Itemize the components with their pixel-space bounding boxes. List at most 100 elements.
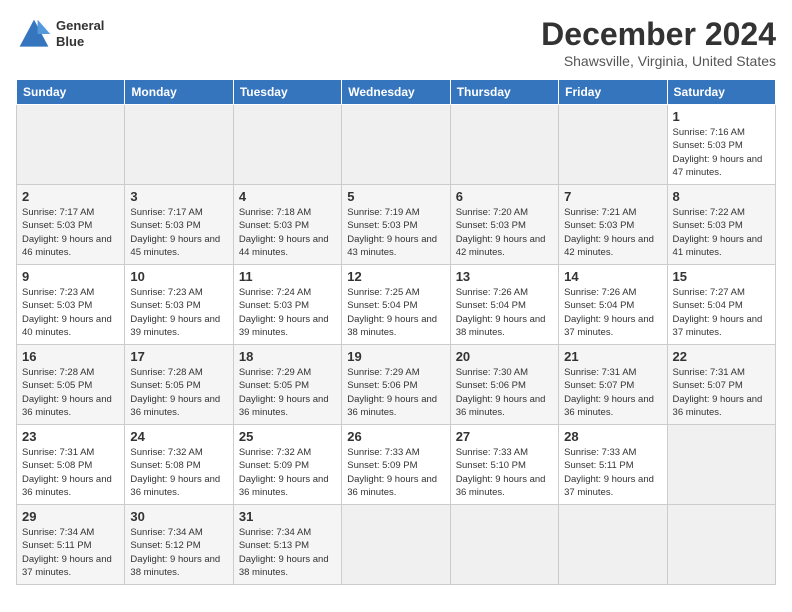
calendar-body: 1 Sunrise: 7:16 AM Sunset: 5:03 PM Dayli… xyxy=(17,105,776,585)
day-number: 28 xyxy=(564,429,661,444)
calendar-cell: 25 Sunrise: 7:32 AM Sunset: 5:09 PM Dayl… xyxy=(233,425,341,505)
day-number: 2 xyxy=(22,189,119,204)
day-info: Sunrise: 7:28 AM Sunset: 5:05 PM Dayligh… xyxy=(22,366,119,419)
calendar-cell xyxy=(125,105,233,185)
day-number: 3 xyxy=(130,189,227,204)
calendar-cell: 29 Sunrise: 7:34 AM Sunset: 5:11 PM Dayl… xyxy=(17,505,125,585)
day-number: 6 xyxy=(456,189,553,204)
day-number: 13 xyxy=(456,269,553,284)
day-header-thursday: Thursday xyxy=(450,80,558,105)
day-info: Sunrise: 7:31 AM Sunset: 5:08 PM Dayligh… xyxy=(22,446,119,499)
day-number: 25 xyxy=(239,429,336,444)
day-number: 10 xyxy=(130,269,227,284)
calendar-cell: 4 Sunrise: 7:18 AM Sunset: 5:03 PM Dayli… xyxy=(233,185,341,265)
day-number: 22 xyxy=(673,349,770,364)
calendar-cell: 22 Sunrise: 7:31 AM Sunset: 5:07 PM Dayl… xyxy=(667,345,775,425)
calendar-cell: 12 Sunrise: 7:25 AM Sunset: 5:04 PM Dayl… xyxy=(342,265,450,345)
calendar-cell: 8 Sunrise: 7:22 AM Sunset: 5:03 PM Dayli… xyxy=(667,185,775,265)
calendar-cell xyxy=(233,105,341,185)
day-info: Sunrise: 7:25 AM Sunset: 5:04 PM Dayligh… xyxy=(347,286,444,339)
calendar-cell: 7 Sunrise: 7:21 AM Sunset: 5:03 PM Dayli… xyxy=(559,185,667,265)
logo-line2: Blue xyxy=(56,34,104,50)
calendar-cell: 27 Sunrise: 7:33 AM Sunset: 5:10 PM Dayl… xyxy=(450,425,558,505)
day-info: Sunrise: 7:34 AM Sunset: 5:13 PM Dayligh… xyxy=(239,526,336,579)
day-number: 20 xyxy=(456,349,553,364)
location-title: Shawsville, Virginia, United States xyxy=(541,53,776,69)
day-number: 7 xyxy=(564,189,661,204)
day-number: 21 xyxy=(564,349,661,364)
day-info: Sunrise: 7:19 AM Sunset: 5:03 PM Dayligh… xyxy=(347,206,444,259)
day-number: 27 xyxy=(456,429,553,444)
day-info: Sunrise: 7:23 AM Sunset: 5:03 PM Dayligh… xyxy=(130,286,227,339)
day-number: 12 xyxy=(347,269,444,284)
calendar-cell xyxy=(17,105,125,185)
calendar-cell: 9 Sunrise: 7:23 AM Sunset: 5:03 PM Dayli… xyxy=(17,265,125,345)
calendar-cell xyxy=(559,505,667,585)
day-number: 15 xyxy=(673,269,770,284)
day-info: Sunrise: 7:31 AM Sunset: 5:07 PM Dayligh… xyxy=(564,366,661,419)
day-header-monday: Monday xyxy=(125,80,233,105)
day-header-friday: Friday xyxy=(559,80,667,105)
calendar-week-5: 29 Sunrise: 7:34 AM Sunset: 5:11 PM Dayl… xyxy=(17,505,776,585)
calendar-cell: 26 Sunrise: 7:33 AM Sunset: 5:09 PM Dayl… xyxy=(342,425,450,505)
calendar-cell xyxy=(342,105,450,185)
day-number: 4 xyxy=(239,189,336,204)
day-info: Sunrise: 7:16 AM Sunset: 5:03 PM Dayligh… xyxy=(673,126,770,179)
calendar-week-4: 23 Sunrise: 7:31 AM Sunset: 5:08 PM Dayl… xyxy=(17,425,776,505)
calendar-cell: 28 Sunrise: 7:33 AM Sunset: 5:11 PM Dayl… xyxy=(559,425,667,505)
day-info: Sunrise: 7:26 AM Sunset: 5:04 PM Dayligh… xyxy=(564,286,661,339)
day-number: 26 xyxy=(347,429,444,444)
calendar-week-3: 16 Sunrise: 7:28 AM Sunset: 5:05 PM Dayl… xyxy=(17,345,776,425)
calendar-cell xyxy=(450,505,558,585)
day-info: Sunrise: 7:29 AM Sunset: 5:05 PM Dayligh… xyxy=(239,366,336,419)
day-number: 5 xyxy=(347,189,444,204)
day-info: Sunrise: 7:32 AM Sunset: 5:09 PM Dayligh… xyxy=(239,446,336,499)
day-info: Sunrise: 7:17 AM Sunset: 5:03 PM Dayligh… xyxy=(22,206,119,259)
day-number: 9 xyxy=(22,269,119,284)
day-info: Sunrise: 7:18 AM Sunset: 5:03 PM Dayligh… xyxy=(239,206,336,259)
logo-line1: General xyxy=(56,18,104,34)
day-number: 30 xyxy=(130,509,227,524)
calendar-cell: 24 Sunrise: 7:32 AM Sunset: 5:08 PM Dayl… xyxy=(125,425,233,505)
month-title: December 2024 xyxy=(541,16,776,53)
calendar-cell: 13 Sunrise: 7:26 AM Sunset: 5:04 PM Dayl… xyxy=(450,265,558,345)
day-number: 24 xyxy=(130,429,227,444)
day-info: Sunrise: 7:26 AM Sunset: 5:04 PM Dayligh… xyxy=(456,286,553,339)
day-number: 29 xyxy=(22,509,119,524)
day-number: 18 xyxy=(239,349,336,364)
day-number: 14 xyxy=(564,269,661,284)
calendar-cell xyxy=(667,505,775,585)
calendar-header-row: SundayMondayTuesdayWednesdayThursdayFrid… xyxy=(17,80,776,105)
calendar-cell: 14 Sunrise: 7:26 AM Sunset: 5:04 PM Dayl… xyxy=(559,265,667,345)
calendar-week-1: 2 Sunrise: 7:17 AM Sunset: 5:03 PM Dayli… xyxy=(17,185,776,265)
calendar-cell: 30 Sunrise: 7:34 AM Sunset: 5:12 PM Dayl… xyxy=(125,505,233,585)
day-info: Sunrise: 7:30 AM Sunset: 5:06 PM Dayligh… xyxy=(456,366,553,419)
day-header-saturday: Saturday xyxy=(667,80,775,105)
day-header-wednesday: Wednesday xyxy=(342,80,450,105)
calendar-cell: 10 Sunrise: 7:23 AM Sunset: 5:03 PM Dayl… xyxy=(125,265,233,345)
calendar-cell: 31 Sunrise: 7:34 AM Sunset: 5:13 PM Dayl… xyxy=(233,505,341,585)
logo-text: General Blue xyxy=(56,18,104,49)
day-info: Sunrise: 7:27 AM Sunset: 5:04 PM Dayligh… xyxy=(673,286,770,339)
day-header-sunday: Sunday xyxy=(17,80,125,105)
calendar-cell: 23 Sunrise: 7:31 AM Sunset: 5:08 PM Dayl… xyxy=(17,425,125,505)
day-number: 11 xyxy=(239,269,336,284)
calendar-cell: 6 Sunrise: 7:20 AM Sunset: 5:03 PM Dayli… xyxy=(450,185,558,265)
day-info: Sunrise: 7:21 AM Sunset: 5:03 PM Dayligh… xyxy=(564,206,661,259)
day-info: Sunrise: 7:33 AM Sunset: 5:09 PM Dayligh… xyxy=(347,446,444,499)
calendar-table: SundayMondayTuesdayWednesdayThursdayFrid… xyxy=(16,79,776,585)
day-info: Sunrise: 7:33 AM Sunset: 5:11 PM Dayligh… xyxy=(564,446,661,499)
calendar-cell: 15 Sunrise: 7:27 AM Sunset: 5:04 PM Dayl… xyxy=(667,265,775,345)
calendar-cell xyxy=(342,505,450,585)
day-info: Sunrise: 7:34 AM Sunset: 5:11 PM Dayligh… xyxy=(22,526,119,579)
calendar-cell: 18 Sunrise: 7:29 AM Sunset: 5:05 PM Dayl… xyxy=(233,345,341,425)
day-info: Sunrise: 7:34 AM Sunset: 5:12 PM Dayligh… xyxy=(130,526,227,579)
day-info: Sunrise: 7:17 AM Sunset: 5:03 PM Dayligh… xyxy=(130,206,227,259)
logo: General Blue xyxy=(16,16,104,52)
day-info: Sunrise: 7:24 AM Sunset: 5:03 PM Dayligh… xyxy=(239,286,336,339)
day-info: Sunrise: 7:33 AM Sunset: 5:10 PM Dayligh… xyxy=(456,446,553,499)
calendar-cell: 19 Sunrise: 7:29 AM Sunset: 5:06 PM Dayl… xyxy=(342,345,450,425)
calendar-cell: 21 Sunrise: 7:31 AM Sunset: 5:07 PM Dayl… xyxy=(559,345,667,425)
logo-icon xyxy=(16,16,52,52)
day-info: Sunrise: 7:29 AM Sunset: 5:06 PM Dayligh… xyxy=(347,366,444,419)
